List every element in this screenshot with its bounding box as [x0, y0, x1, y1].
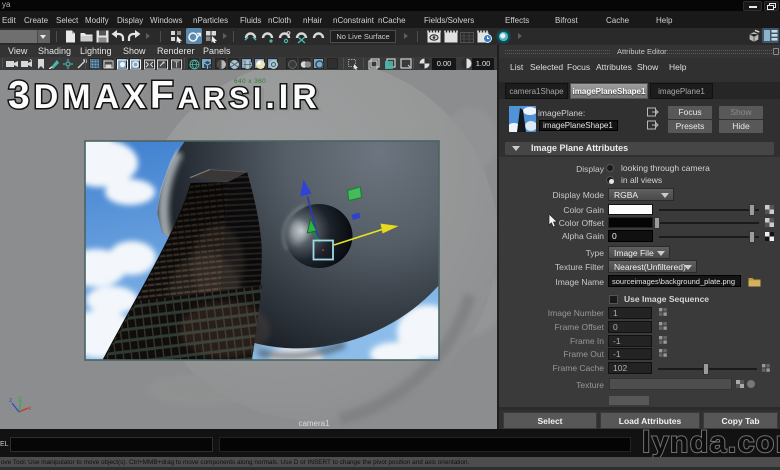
svg-text:camera1: camera1	[298, 419, 330, 428]
svg-text:3DMAXFARSI.IR: 3DMAXFARSI.IR	[8, 74, 321, 117]
svg-text:z: z	[9, 397, 12, 404]
svg-text:T: T	[174, 61, 179, 70]
